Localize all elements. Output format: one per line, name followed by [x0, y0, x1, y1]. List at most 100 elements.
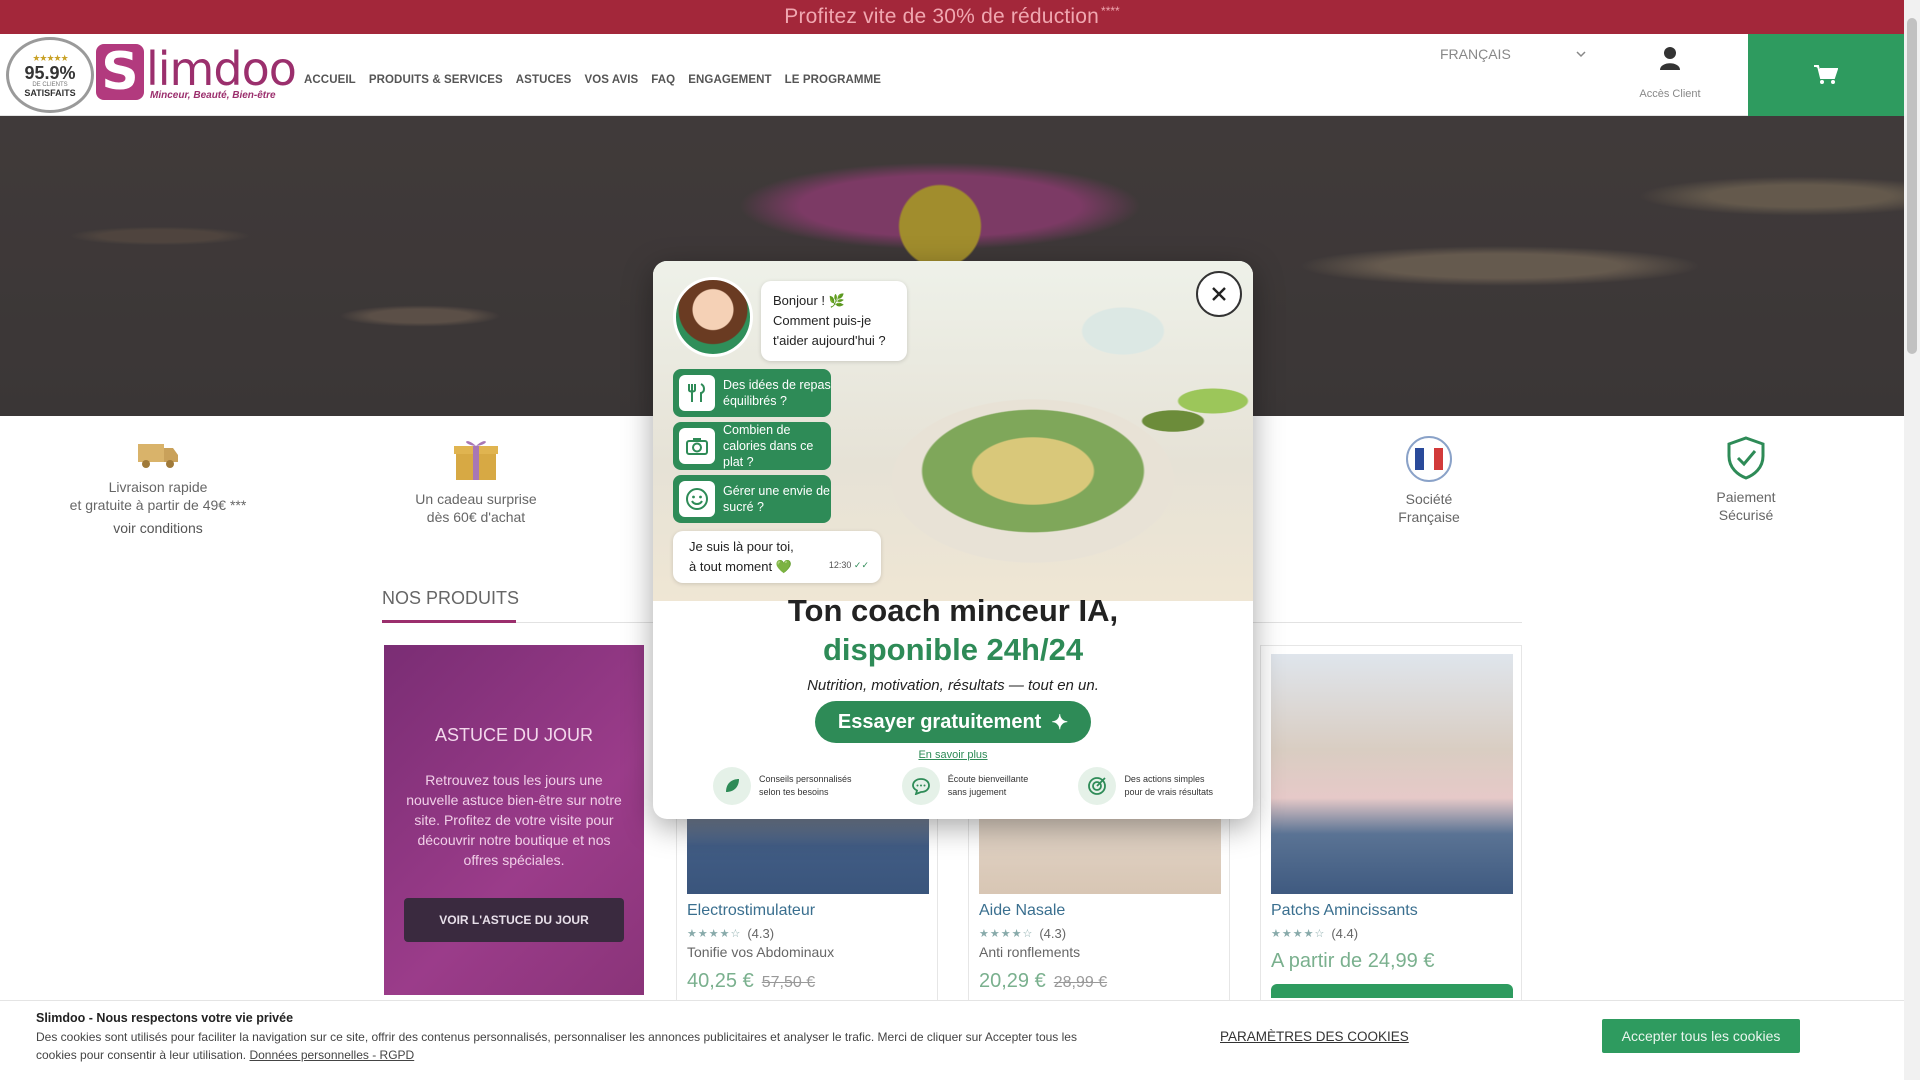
- product-rating: ★★★★☆ (4.3): [687, 926, 774, 941]
- benefits-row: Conseils personnalisés selon tes besoins …: [713, 767, 1213, 805]
- cookie-body-text: Des cookies sont utilisés pour faciliter…: [36, 1030, 1077, 1062]
- product-price: 20,29 € 28,99 €: [979, 970, 1107, 993]
- main-nav: ACCUEIL PRODUITS & SERVICES ASTUCES VOS …: [304, 74, 881, 86]
- nav-astuces[interactable]: ASTUCES: [516, 74, 572, 86]
- add-to-cart-button[interactable]: [1271, 984, 1513, 998]
- feature-french-company: Société Française: [1319, 436, 1539, 526]
- feature-payment-line1: Paiement: [1716, 489, 1776, 505]
- cookie-body: Des cookies sont utilisés pour faciliter…: [36, 1028, 1096, 1064]
- feature-delivery-line1: Livraison rapide: [108, 479, 208, 495]
- badge-satisfied: SATISFAITS: [24, 87, 76, 98]
- conditions-link[interactable]: voir conditions: [48, 520, 268, 536]
- logo-tagline: Minceur, Beauté, Bien-être: [150, 90, 276, 101]
- chip-label: Combien de calories dans ce plat ?: [723, 423, 814, 469]
- rating-stars: ★★★★☆: [687, 928, 742, 940]
- promo-text: Profitez vite de 30% de réduction: [784, 5, 1100, 28]
- ai-coach-modal: Bonjour ! 🌿 Comment puis-je t'aider aujo…: [653, 261, 1253, 819]
- badge-stars: ★★★★★: [32, 52, 68, 63]
- cart-button[interactable]: [1748, 34, 1904, 116]
- feature-french-line2: Française: [1398, 509, 1460, 525]
- reply-line1: Je suis là pour toi,: [689, 539, 794, 554]
- product-rating: ★★★★☆ (4.4): [1271, 926, 1358, 941]
- account-link[interactable]: Accès Client: [1630, 46, 1710, 102]
- product-rating: ★★★★☆ (4.3): [979, 926, 1066, 941]
- price-current: A partir de 24,99 €: [1271, 950, 1435, 972]
- price-old: 28,99 €: [1053, 974, 1108, 991]
- tip-of-day-card: ASTUCE DU JOUR Retrouvez tous les jours …: [384, 645, 644, 995]
- section-title[interactable]: NOS PRODUITS: [382, 588, 519, 609]
- product-image[interactable]: [1271, 654, 1513, 894]
- page-scrollbar[interactable]: [1904, 0, 1920, 1080]
- price-current: 20,29 €: [979, 970, 1046, 992]
- benefit-text: Des actions simples pour de vrais résulta…: [1124, 773, 1213, 799]
- chip-meal-ideas[interactable]: Des idées de repas équilibrés ?: [673, 369, 831, 417]
- benefit-line2: pour de vrais résultats: [1124, 787, 1213, 797]
- promo-mark: ****: [1101, 4, 1120, 18]
- try-free-label: Essayer gratuitement: [837, 710, 1042, 733]
- double-check-icon: ✓✓: [853, 560, 869, 570]
- product-name[interactable]: Aide Nasale: [979, 902, 1065, 920]
- chip-sugar-craving[interactable]: Gérer une envie de sucré ?: [673, 475, 831, 523]
- accept-cookies-button[interactable]: Accepter tous les cookies: [1602, 1019, 1800, 1053]
- feature-gift: Un cadeau surprise dès 60€ d'achat: [366, 436, 586, 526]
- product-price: A partir de 24,99 €: [1271, 950, 1434, 973]
- product-name[interactable]: Electrostimulateur: [687, 902, 815, 920]
- nav-produits-services[interactable]: PRODUITS & SERVICES: [369, 74, 503, 86]
- benefit-line1: Conseils personnalisés: [759, 774, 852, 784]
- chip-calories[interactable]: Combien de calories dans ce plat ?: [673, 422, 831, 470]
- benefit-line2: sans jugement: [947, 787, 1007, 797]
- section-title-underline: [382, 620, 516, 623]
- rating-stars: ★★★★☆: [979, 928, 1034, 940]
- satisfaction-badge[interactable]: ★★★★★ 95.9% DE CLIENTS SATISFAITS: [6, 37, 94, 113]
- nav-le-programme[interactable]: LE PROGRAMME: [785, 74, 881, 86]
- chevron-down-icon: [1576, 46, 1586, 62]
- rating-value: (4.3): [747, 926, 775, 941]
- price-old: 57,50 €: [761, 974, 816, 991]
- tip-text: Retrouvez tous les jours une nouvelle as…: [406, 772, 622, 868]
- product-name[interactable]: Patchs Amincissants: [1271, 902, 1418, 920]
- learn-more-link[interactable]: En savoir plus: [653, 749, 1253, 761]
- language-value: FRANÇAIS: [1440, 46, 1511, 62]
- feature-gift-line1: Un cadeau surprise: [415, 491, 537, 507]
- feature-gift-line2: dès 60€ d'achat: [426, 509, 526, 525]
- rating-value: (4.3): [1039, 926, 1067, 941]
- cookie-settings-link[interactable]: PARAMÈTRES DES COOKIES: [1220, 1029, 1409, 1044]
- user-icon: [1660, 47, 1680, 70]
- greeting-line2: Comment puis-je t'aider aujourd'hui ?: [773, 313, 886, 348]
- rating-value: (4.4): [1331, 926, 1359, 941]
- fork-knife-icon: [679, 375, 715, 411]
- promo-banner[interactable]: Profitez vite de 30% de réduction ****: [0, 0, 1904, 34]
- account-label: Accès Client: [1639, 88, 1701, 100]
- logo-wordmark[interactable]: limdoo: [146, 42, 297, 96]
- nav-engagement[interactable]: ENGAGEMENT: [688, 74, 771, 86]
- close-icon: [1212, 287, 1226, 301]
- benefit-item: Des actions simples pour de vrais résulta…: [1078, 767, 1213, 805]
- product-card[interactable]: Patchs Amincissants ★★★★☆ (4.4) A partir …: [1260, 645, 1522, 1005]
- benefit-text: Écoute bienveillante sans jugement: [948, 773, 1029, 799]
- scrollbar-thumb[interactable]: [1907, 18, 1917, 354]
- nav-vos-avis[interactable]: VOS AVIS: [584, 74, 638, 86]
- language-select[interactable]: FRANÇAIS: [1440, 46, 1586, 62]
- feature-secure-payment: Paiement Sécurisé: [1636, 436, 1856, 524]
- cookie-banner: Slimdoo - Nous respectons votre vie priv…: [0, 1000, 1904, 1080]
- logo-mark[interactable]: S: [96, 42, 144, 102]
- gdpr-link[interactable]: Données personnelles - RGPD: [249, 1048, 414, 1062]
- target-icon: [1078, 767, 1117, 805]
- modal-headline-accent: disponible 24h/24: [822, 632, 1084, 667]
- tip-button[interactable]: VOIR L'ASTUCE DU JOUR: [404, 898, 624, 942]
- modal-headline: Ton coach minceur IA,: [787, 593, 1119, 628]
- shield-check-icon: [1727, 436, 1765, 480]
- try-free-button[interactable]: Essayer gratuitement ✦: [815, 701, 1091, 743]
- french-flag-icon: [1406, 436, 1452, 482]
- feature-delivery-line2: et gratuite à partir de 49€ ***: [69, 497, 247, 513]
- product-desc: Anti ronflements: [979, 944, 1081, 960]
- smile-icon: [679, 481, 715, 517]
- chip-label: Gérer une envie de sucré ?: [723, 484, 831, 514]
- nav-faq[interactable]: FAQ: [651, 74, 675, 86]
- feature-delivery: Livraison rapide et gratuite à partir de…: [48, 436, 268, 536]
- close-button[interactable]: [1196, 271, 1242, 317]
- benefit-item: Conseils personnalisés selon tes besoins: [713, 767, 852, 805]
- site-header: ★★★★★ 95.9% DE CLIENTS SATISFAITS S limd…: [0, 34, 1904, 116]
- nav-accueil[interactable]: ACCUEIL: [304, 74, 356, 86]
- modal-subline: Nutrition, motivation, résultats — tout …: [807, 677, 1099, 694]
